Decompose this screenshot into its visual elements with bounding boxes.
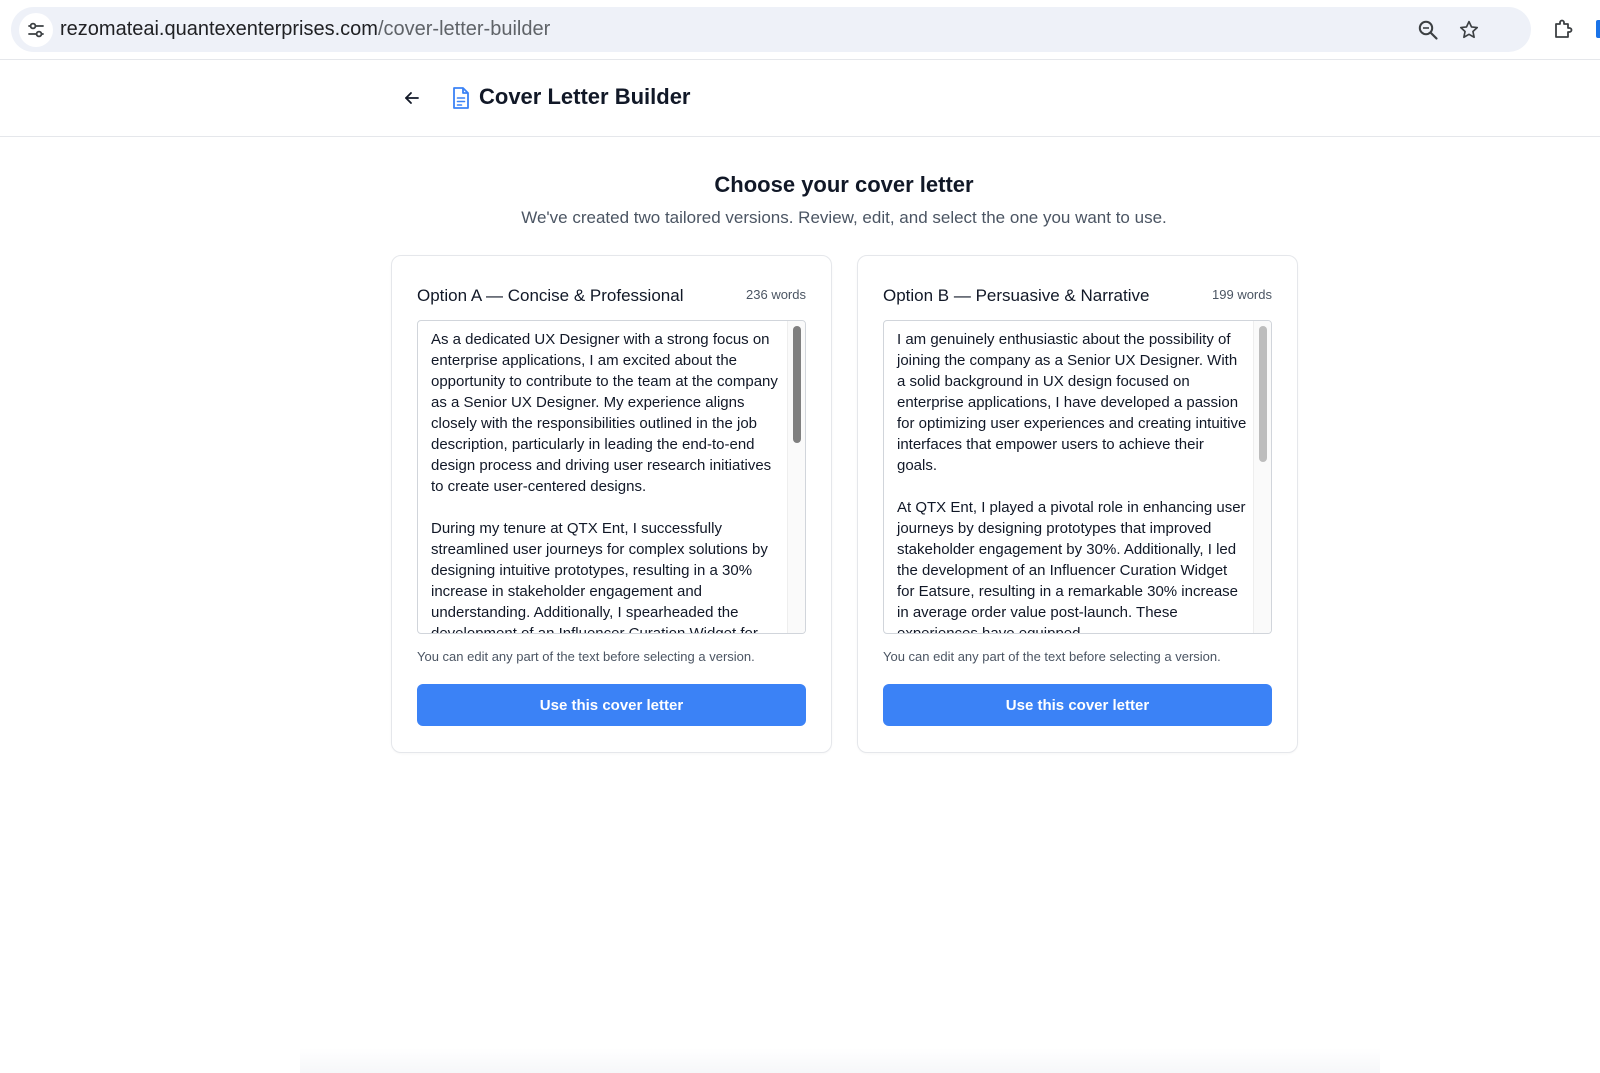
url-path: /cover-letter-builder	[377, 18, 551, 40]
profile-indicator[interactable]	[1596, 20, 1600, 38]
paragraph: At QTX Ent, I played a pivotal role in e…	[897, 499, 1246, 634]
paragraph: During my tenure at QTX Ent, I successfu…	[431, 520, 768, 634]
url-host: rezomateai.quantexenterprises.com	[60, 18, 378, 40]
scrollbar-thumb[interactable]	[793, 326, 801, 443]
scrollbar[interactable]	[787, 321, 805, 633]
bookmark-star-icon[interactable]	[1456, 17, 1482, 43]
cover-letter-editor[interactable]: As a dedicated UX Designer with a strong…	[417, 320, 806, 634]
helper-text: You can edit any part of the text before…	[883, 649, 1221, 664]
document-icon	[450, 86, 472, 110]
site-settings-icon[interactable]	[19, 13, 53, 47]
extensions-puzzle-icon[interactable]	[1549, 15, 1577, 43]
word-count: 199 words	[1212, 287, 1272, 302]
cover-letter-text[interactable]: As a dedicated UX Designer with a strong…	[431, 329, 781, 634]
app-header: Cover Letter Builder	[0, 60, 1600, 137]
scrollbar[interactable]	[1253, 321, 1271, 633]
back-arrow-icon[interactable]	[398, 84, 426, 112]
page-title: Cover Letter Builder	[479, 84, 691, 109]
word-count: 236 words	[746, 287, 806, 302]
option-card-b: Option B — Persuasive & Narrative 199 wo…	[857, 255, 1298, 753]
option-title: Option A — Concise & Professional	[417, 286, 684, 305]
helper-text: You can edit any part of the text before…	[417, 649, 755, 664]
zoom-icon[interactable]	[1415, 17, 1441, 43]
use-cover-letter-button[interactable]: Use this cover letter	[883, 684, 1272, 726]
option-card-a: Option A — Concise & Professional 236 wo…	[391, 255, 832, 753]
section-title: Choose your cover letter	[714, 172, 974, 197]
scrollbar-thumb[interactable]	[1259, 326, 1267, 462]
use-cover-letter-button[interactable]: Use this cover letter	[417, 684, 806, 726]
paragraph: I am genuinely enthusiastic about the po…	[897, 331, 1247, 474]
page-bottom-shadow	[300, 1048, 1380, 1073]
url-text[interactable]: rezomateai.quantexenterprises.com/cover-…	[60, 18, 550, 41]
browser-toolbar: rezomateai.quantexenterprises.com/cover-…	[0, 0, 1600, 60]
cover-letter-editor[interactable]: I am genuinely enthusiastic about the po…	[883, 320, 1272, 634]
paragraph: As a dedicated UX Designer with a strong…	[431, 331, 778, 495]
cover-letter-text[interactable]: I am genuinely enthusiastic about the po…	[897, 329, 1247, 634]
address-bar[interactable]: rezomateai.quantexenterprises.com/cover-…	[11, 7, 1531, 52]
section-subtitle: We've created two tailored versions. Rev…	[521, 208, 1167, 227]
option-title: Option B — Persuasive & Narrative	[883, 286, 1150, 305]
